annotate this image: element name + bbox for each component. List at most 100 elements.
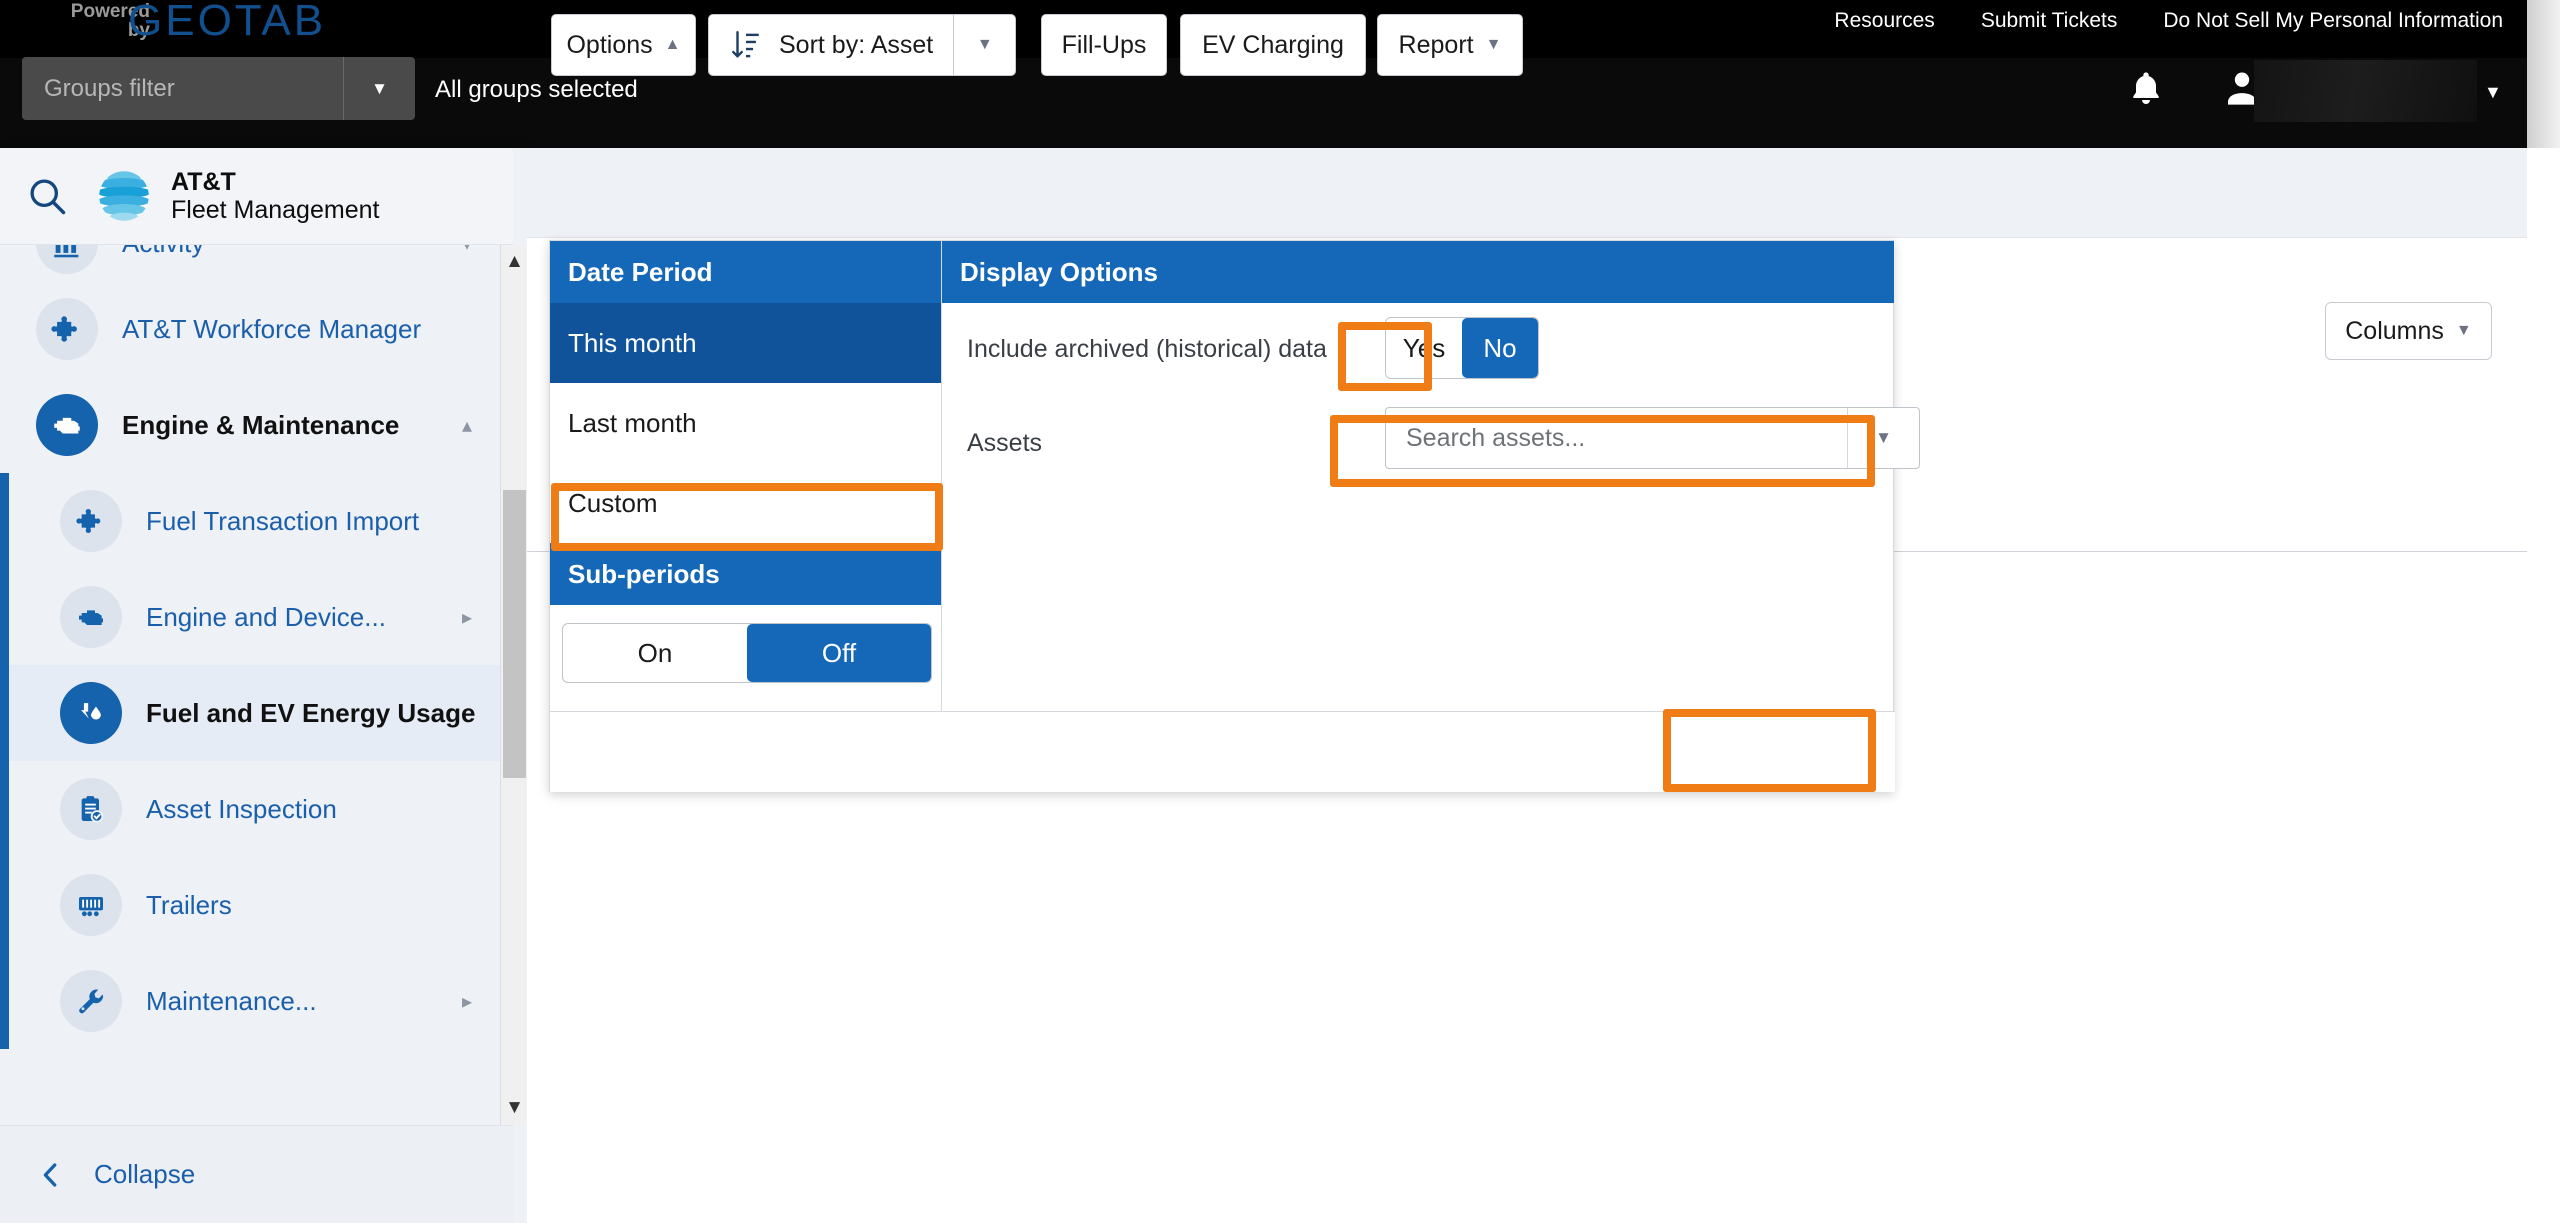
groups-filter-control[interactable]: Groups filter ▼ — [22, 57, 415, 120]
columns-label: Columns — [2345, 316, 2444, 345]
sort-by-dropdown-toggle[interactable]: ▼ — [954, 14, 1017, 76]
sidebar-item-label: Fuel and EV Energy Usage — [146, 697, 476, 728]
assets-row: Assets Search assets... ▼ — [942, 395, 1920, 491]
chevron-down-icon: ▼ — [976, 36, 993, 53]
app-title-line1: AT&T — [171, 168, 236, 196]
wrench-icon — [60, 970, 122, 1032]
sidebar-item-activity[interactable]: Activity ▾ — [0, 245, 500, 281]
link-submit-tickets[interactable]: Submit Tickets — [1981, 9, 2118, 33]
sidebar-item-label: Engine and Device... — [146, 601, 386, 632]
sidebar-item-label: Trailers — [146, 889, 232, 920]
sidebar-scrollbar[interactable]: ▲ ▼ — [500, 245, 527, 1125]
chevron-up-icon[interactable]: ▲ — [501, 245, 527, 279]
date-period-option-custom[interactable]: Custom — [550, 463, 941, 543]
link-do-not-sell[interactable]: Do Not Sell My Personal Information — [2163, 9, 2503, 33]
sort-by-label: Sort by: Asset — [779, 30, 934, 59]
sub-periods-toggle[interactable]: On Off — [562, 623, 932, 683]
scrollbar-thumb[interactable] — [503, 490, 526, 778]
link-resources[interactable]: Resources — [1834, 9, 1934, 33]
sidebar-item-trailers[interactable]: Trailers — [0, 857, 500, 953]
display-options-header: Display Options — [942, 241, 1894, 303]
sidebar-item-label: Fuel Transaction Import — [146, 505, 420, 536]
assets-label: Assets — [967, 428, 1043, 457]
sidebar-item-label: AT&T Workforce Manager — [122, 313, 422, 344]
sort-by-control[interactable]: Sort by: Asset ▼ — [708, 14, 1017, 76]
sidebar-item-label: Asset Inspection — [146, 793, 337, 824]
sidebar-item-fuel-and-ev-energy-usage[interactable]: Fuel and EV Energy Usage — [0, 665, 500, 761]
chevron-up-icon[interactable]: ▴ — [462, 413, 472, 438]
chevron-down-icon: ▼ — [1485, 36, 1502, 53]
chevron-down-icon[interactable]: ▼ — [2484, 82, 2502, 103]
sort-by-button[interactable]: Sort by: Asset — [708, 14, 955, 76]
sidebar-header: AT&T Fleet Management — [0, 148, 513, 245]
top-nav-links: Resources Submit Tickets Do Not Sell My … — [1834, 9, 2503, 33]
chevron-up-icon: ▲ — [664, 36, 681, 53]
include-archived-yes-option[interactable]: Yes — [1386, 318, 1462, 378]
engine-icon — [60, 586, 122, 648]
user-name-redacted[interactable] — [2254, 60, 2477, 122]
sidebar-item-maintenance[interactable]: Maintenance... ▸ — [0, 953, 500, 1049]
sidebar-nav: Activity ▾ AT&T Workforce Manager — [0, 245, 500, 1125]
clipboard-check-icon — [60, 778, 122, 840]
bell-icon[interactable] — [2126, 68, 2166, 110]
chevron-left-icon — [43, 1162, 57, 1187]
chart-bars-icon — [36, 245, 98, 274]
sub-periods-on-option[interactable]: On — [563, 624, 747, 682]
report-button[interactable]: Report ▼ — [1377, 14, 1523, 76]
puzzle-icon — [60, 490, 122, 552]
chevron-right-icon[interactable]: ▸ — [462, 989, 472, 1014]
date-period-column: Date Period This month Last month Custom… — [550, 241, 942, 711]
app-title-line2: Fleet Management — [171, 196, 380, 224]
engine-icon — [36, 394, 98, 456]
assets-search-input[interactable]: Search assets... — [1386, 424, 1847, 453]
include-archived-toggle[interactable]: Yes No — [1385, 317, 1539, 379]
app-title: AT&T Fleet Management — [171, 168, 379, 224]
sidebar-search-button[interactable] — [0, 174, 93, 218]
sidebar-collapse-label: Collapse — [94, 1159, 196, 1189]
fuel-ev-icon — [60, 682, 122, 744]
sidebar-item-workforce-manager[interactable]: AT&T Workforce Manager — [0, 281, 500, 377]
report-label: Report — [1398, 30, 1474, 59]
date-period-header: Date Period — [550, 241, 941, 303]
sidebar-item-fuel-transaction-import[interactable]: Fuel Transaction Import — [0, 473, 500, 569]
sub-periods-off-option[interactable]: Off — [747, 624, 931, 682]
ev-charging-button[interactable]: EV Charging — [1180, 14, 1366, 76]
date-period-option-label: Last month — [568, 407, 697, 438]
sidebar-item-label: Activity — [122, 245, 204, 259]
puzzle-icon — [36, 298, 98, 360]
main-toolbar — [527, 148, 2527, 238]
groups-filter-input[interactable]: Groups filter — [22, 75, 343, 103]
fill-ups-button[interactable]: Fill-Ups — [1041, 14, 1167, 76]
sidebar-item-label: Engine & Maintenance — [122, 409, 400, 440]
options-button[interactable]: Options ▲ — [551, 14, 696, 76]
chevron-down-icon[interactable]: ▼ — [501, 1091, 527, 1125]
sidebar-item-label: Maintenance... — [146, 985, 317, 1016]
app-root: Powered by GEOTAB Resources Submit Ticke… — [0, 0, 2560, 1223]
assets-search-control[interactable]: Search assets... ▼ — [1385, 407, 1920, 469]
chevron-down-icon[interactable]: ▼ — [1847, 408, 1919, 468]
columns-button[interactable]: Columns ▼ — [2325, 302, 2492, 360]
sidebar-collapse-button[interactable]: Collapse — [0, 1125, 513, 1223]
sidebar-item-engine-and-device[interactable]: Engine and Device... ▸ — [0, 569, 500, 665]
include-archived-label: Include archived (historical) data — [967, 334, 1327, 363]
chevron-right-icon[interactable]: ▸ — [462, 605, 472, 630]
options-panel: Date Period This month Last month Custom… — [549, 240, 1920, 792]
chevron-down-icon[interactable]: ▾ — [462, 245, 472, 256]
search-icon[interactable] — [25, 174, 69, 218]
date-period-option-last-month[interactable]: Last month — [550, 383, 941, 463]
include-archived-no-option[interactable]: No — [1462, 318, 1538, 378]
display-options-column: Display Options Include archived (histor… — [942, 241, 1920, 711]
date-period-option-this-month[interactable]: This month — [550, 303, 941, 383]
window-edge — [2527, 0, 2560, 148]
options-button-label: Options — [566, 30, 653, 59]
groups-selected-label: All groups selected — [435, 76, 638, 103]
chevron-down-icon[interactable]: ▼ — [343, 57, 415, 120]
fill-ups-label: Fill-Ups — [1061, 30, 1147, 59]
ev-charging-label: EV Charging — [1202, 30, 1344, 59]
sort-descending-icon — [732, 31, 759, 58]
options-panel-footer — [550, 711, 1895, 792]
date-period-option-label: Custom — [568, 487, 658, 518]
sidebar-item-engine-maintenance[interactable]: Engine & Maintenance ▴ — [0, 377, 500, 473]
sidebar-item-asset-inspection[interactable]: Asset Inspection — [0, 761, 500, 857]
chevron-down-icon: ▼ — [2455, 322, 2472, 339]
